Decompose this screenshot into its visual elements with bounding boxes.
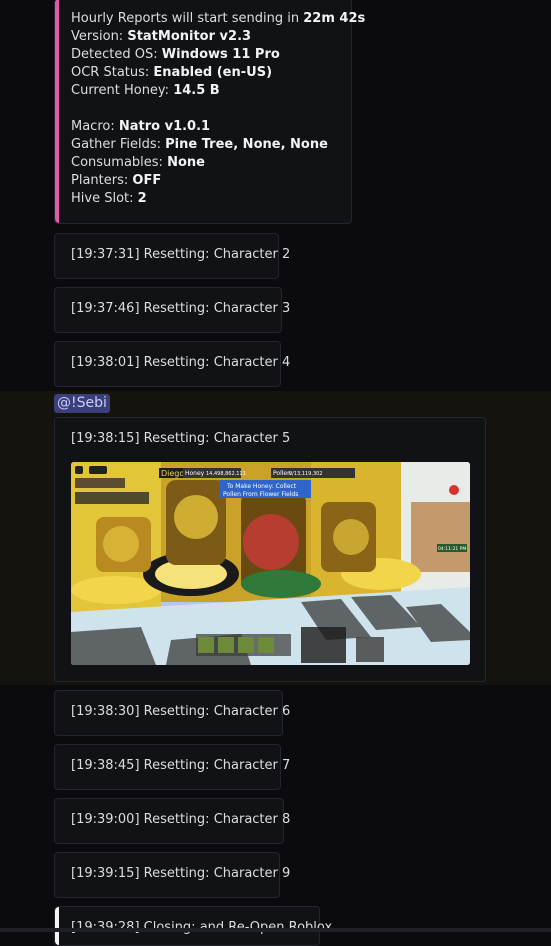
- honey-tag: Honey: [185, 470, 205, 477]
- ocr-line: OCR Status: Enabled (en-US): [71, 65, 272, 80]
- tip-line-1: To Make Honey: Collect: [226, 483, 297, 490]
- log-text: [19:37:31] Resetting: Character 2: [71, 247, 291, 262]
- log-embed: [19:38:45] Resetting: Character 7: [54, 744, 290, 790]
- hive-value: 2: [137, 191, 147, 206]
- version-value: StatMonitor v2.3: [127, 29, 252, 44]
- game-scene: Diego Honey 14,498,862,111 Pollen 0/13,1…: [71, 462, 470, 665]
- log-text: [19:38:45] Resetting: Character 7: [71, 758, 291, 773]
- planters-line: Planters: OFF: [71, 173, 161, 188]
- honey-amount: 14,498,862,111: [206, 471, 246, 477]
- log-text: [19:38:01] Resetting: Character 4: [71, 355, 291, 370]
- ocr-label: OCR Status:: [71, 65, 154, 80]
- hive-line: Hive Slot: 2: [71, 191, 147, 206]
- consumables-value: None: [167, 155, 205, 170]
- version-label: Version:: [71, 29, 128, 44]
- pollen-amount: 0/13,119,302: [289, 471, 323, 477]
- macro-label: Macro:: [71, 119, 119, 134]
- game-screenshot[interactable]: Diego Honey 14,498,862,111 Pollen 0/13,1…: [71, 462, 470, 665]
- status-embed: Hourly Reports will start sending in 22m…: [54, 0, 365, 224]
- log-embed: [19:39:00] Resetting: Character 8: [54, 798, 290, 844]
- log-text: [19:38:15] Resetting: Character 5: [71, 431, 291, 446]
- log-embed: [19:38:30] Resetting: Character 6: [54, 690, 290, 736]
- log-text: [19:37:46] Resetting: Character 3: [71, 301, 291, 316]
- macro-value: Natro v1.0.1: [118, 119, 211, 134]
- os-label: Detected OS:: [71, 47, 162, 62]
- log-text: [19:39:15] Resetting: Character 9: [71, 866, 291, 881]
- log-text: [19:38:30] Resetting: Character 6: [71, 704, 291, 719]
- log-embed: [19:38:01] Resetting: Character 4: [54, 341, 290, 387]
- honey-label: Current Honey:: [71, 83, 174, 98]
- bottom-edge: [0, 928, 551, 932]
- log-text: [19:39:00] Resetting: Character 8: [71, 812, 291, 827]
- consumables-label: Consumables:: [71, 155, 168, 170]
- screenshot-embed: [19:38:15] Resetting: Character 5 Diego …: [54, 417, 486, 682]
- fields-value: Pine Tree, None, None: [165, 137, 328, 152]
- hive-label: Hive Slot:: [71, 191, 138, 206]
- honey-line: Current Honey: 14.5 B: [71, 83, 220, 98]
- planters-value: OFF: [132, 173, 162, 188]
- hourly-label: Hourly Reports will start sending in: [71, 11, 304, 26]
- consumables-line: Consumables: None: [71, 155, 205, 170]
- fields-label: Gather Fields:: [71, 137, 166, 152]
- status-embed-accent: [55, 0, 59, 223]
- hourly-line: Hourly Reports will start sending in 22m…: [71, 11, 365, 26]
- planters-label: Planters:: [71, 173, 133, 188]
- player-name: Diego: [161, 469, 184, 478]
- closing-embed: [19:39:28] Closing: and Re-Open Roblox: [54, 906, 332, 946]
- ocr-value: Enabled (en-US): [153, 65, 273, 80]
- log-embed: [19:37:31] Resetting: Character 2: [54, 233, 290, 279]
- os-line: Detected OS: Windows 11 Pro: [71, 47, 280, 62]
- macro-line: Macro: Natro v1.0.1: [71, 119, 210, 134]
- honey-value: 14.5 B: [173, 83, 220, 98]
- version-line: Version: StatMonitor v2.3: [71, 29, 251, 44]
- closing-embed-accent: [55, 907, 59, 945]
- log-embed: [19:37:46] Resetting: Character 3: [54, 287, 290, 333]
- hourly-value: 22m 42s: [303, 11, 366, 26]
- tip-line-2: Pollen From Flower Fields: [223, 491, 298, 498]
- user-mention[interactable]: @!Sebi: [54, 394, 110, 413]
- log-embed: [19:39:15] Resetting: Character 9: [54, 852, 290, 898]
- os-value: Windows 11 Pro: [161, 47, 280, 62]
- game-clock: 04:11:21 PM: [438, 546, 466, 552]
- fields-line: Gather Fields: Pine Tree, None, None: [71, 137, 328, 152]
